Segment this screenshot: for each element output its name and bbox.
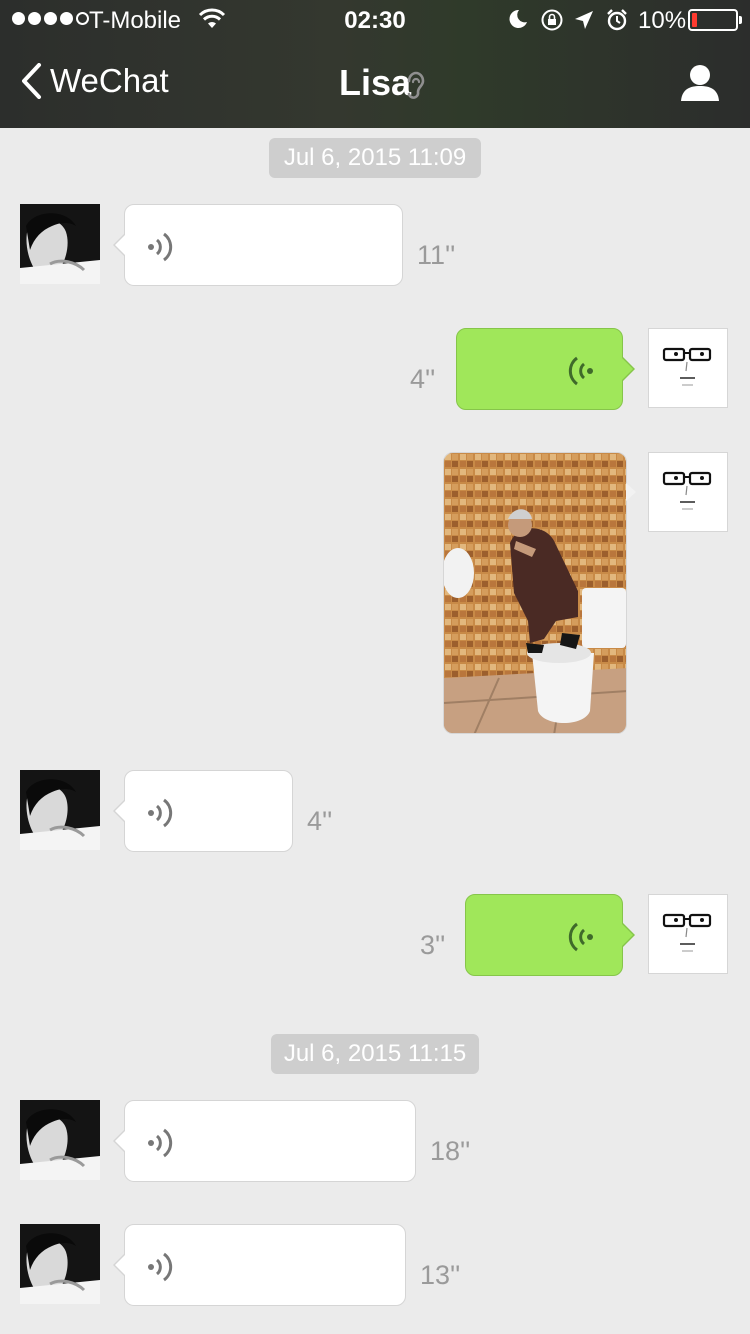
voice-wave-icon [568, 356, 593, 386]
avatar-image [649, 329, 727, 407]
top-bar: T-Mobile 02:30 10% WeChat Lisa [0, 0, 750, 128]
voice-duration: 4'' [307, 806, 333, 836]
chat-title: Lisa [338, 62, 412, 103]
profile-icon[interactable] [680, 64, 720, 102]
contact-avatar[interactable] [20, 770, 100, 850]
moon-icon [509, 9, 527, 28]
avatar-image [20, 1100, 100, 1180]
my-avatar[interactable] [648, 328, 728, 408]
rotation-lock-icon [541, 9, 563, 31]
voice-duration: 11'' [417, 240, 456, 270]
voice-wave-icon [148, 1252, 173, 1282]
voice-duration: 4'' [410, 364, 436, 394]
ear-icon[interactable] [402, 69, 428, 101]
my-avatar[interactable] [648, 894, 728, 974]
voice-wave-icon [148, 798, 173, 828]
battery-percentage: 10% [638, 7, 687, 34]
voice-wave-icon [148, 1128, 173, 1158]
alarm-icon [607, 9, 627, 31]
image-bubble-tail [626, 483, 636, 501]
avatar-image [20, 204, 100, 284]
navigation-bar: WeChat Lisa [0, 40, 750, 128]
voice-message[interactable] [465, 894, 635, 976]
voice-message[interactable] [113, 204, 403, 286]
voice-duration: 18'' [430, 1136, 471, 1166]
avatar-image [20, 1224, 100, 1304]
voice-message[interactable] [113, 1224, 406, 1306]
timestamp-chip: Jul 6, 2015 11:09 [269, 138, 481, 178]
voice-message[interactable] [456, 328, 635, 410]
contact-avatar[interactable] [20, 204, 100, 284]
voice-wave-icon [148, 232, 173, 262]
avatar-image [649, 895, 727, 973]
voice-wave-icon [568, 922, 593, 952]
status-bar: T-Mobile 02:30 10% [0, 0, 750, 40]
battery-icon [688, 9, 742, 31]
timestamp-chip: Jul 6, 2015 11:15 [271, 1034, 479, 1074]
photo-thumbnail [444, 453, 626, 733]
voice-duration: 13'' [420, 1260, 461, 1290]
voice-duration: 3'' [420, 930, 446, 960]
contact-avatar[interactable] [20, 1100, 100, 1180]
image-message[interactable] [443, 452, 627, 734]
location-icon [575, 11, 593, 29]
my-avatar[interactable] [648, 452, 728, 532]
voice-message[interactable] [113, 1100, 416, 1182]
voice-message[interactable] [113, 770, 293, 852]
avatar-image [649, 453, 727, 531]
contact-avatar[interactable] [20, 1224, 100, 1304]
avatar-image [20, 770, 100, 850]
